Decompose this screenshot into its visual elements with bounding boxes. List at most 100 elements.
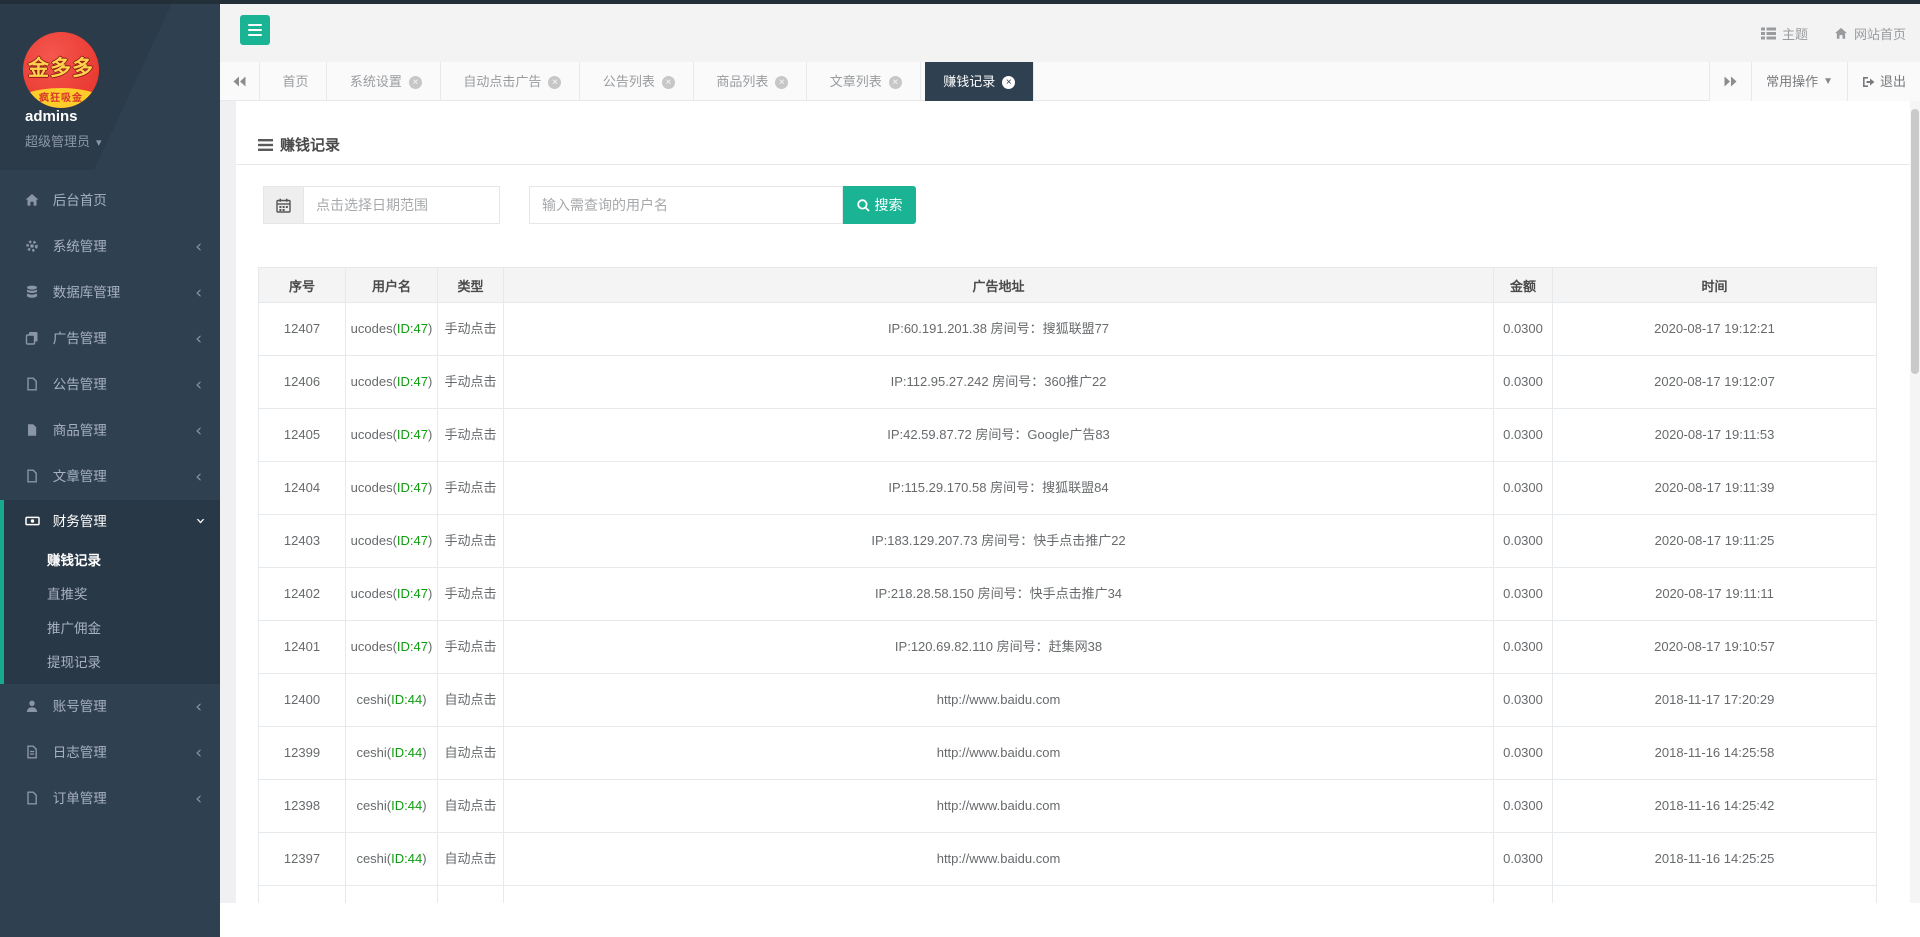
- tab-goods-list[interactable]: 商品列表 ×: [698, 62, 808, 101]
- cell-type: 自动点击: [437, 832, 504, 886]
- cell-id: 12398: [258, 779, 346, 833]
- cell-id: 12403: [258, 514, 346, 568]
- col-header-amount: 金额: [1493, 267, 1553, 303]
- cell-type: 自动点击: [437, 726, 504, 780]
- cell-id: 12402: [258, 567, 346, 621]
- sidebar-item-ads[interactable]: 广告管理 ‹: [0, 316, 220, 362]
- user-id-green: ID:44: [391, 851, 423, 866]
- cell-ad-address: http://www.baidu.com: [503, 779, 1494, 833]
- user-role-dropdown[interactable]: 超级管理员 ▾: [25, 131, 102, 150]
- user-id-green: ID:47: [396, 533, 428, 548]
- sidebar-item-database[interactable]: 数据库管理 ‹: [0, 270, 220, 316]
- cell-id: 12399: [258, 726, 346, 780]
- user-id-green: ID:47: [396, 427, 428, 442]
- sidebar-subitem-promo-commission[interactable]: 推广佣金: [4, 612, 220, 646]
- cell-type: 手动点击: [437, 302, 504, 356]
- cell-amount: 0.0300: [1493, 302, 1553, 356]
- cell-type: 自动点击: [437, 885, 504, 903]
- content-panel: 赚钱记录 搜索 序号 用户名 类型 广: [236, 101, 1920, 903]
- sidebar-item-account[interactable]: 账号管理 ‹: [0, 684, 220, 730]
- cell-username: ceshi(ID:44): [345, 832, 438, 886]
- sidebar-item-system[interactable]: 系统管理 ‹: [0, 224, 220, 270]
- cell-username: ucodes(ID:47): [345, 514, 438, 568]
- sidebar-subitem-earn-records[interactable]: 赚钱记录: [4, 544, 220, 578]
- logout-button[interactable]: 退出: [1846, 62, 1920, 101]
- sidebar-subitem-withdraw-records[interactable]: 提现记录: [4, 646, 220, 680]
- cell-type: 手动点击: [437, 514, 504, 568]
- tab-close-icon[interactable]: ×: [888, 76, 902, 89]
- cell-amount: 0.0300: [1493, 408, 1553, 462]
- cell-type: 手动点击: [437, 567, 504, 621]
- cell-ad-address: http://www.baidu.com: [503, 673, 1494, 727]
- tab-system-settings[interactable]: 系统设置 ×: [332, 62, 441, 101]
- tab-article-list[interactable]: 文章列表 ×: [812, 62, 921, 101]
- brand-logo: 金多多 疯狂吸金: [23, 32, 99, 108]
- calendar-icon[interactable]: [263, 186, 303, 224]
- user-id-green: ID:47: [396, 639, 428, 654]
- sidebar-item-notice[interactable]: 公告管理 ‹: [0, 362, 220, 408]
- username-search-input[interactable]: [529, 186, 843, 224]
- records-table: 序号 用户名 类型 广告地址 金额 时间 12407 ucodes(ID:47) 手…: [258, 267, 1877, 903]
- cell-amount: 0.0300: [1493, 567, 1553, 621]
- list-icon: [258, 138, 273, 151]
- cell-username: ucodes(ID:47): [345, 620, 438, 674]
- tab-earn-records[interactable]: 赚钱记录 ×: [925, 62, 1035, 101]
- table-header-row: 序号 用户名 类型 广告地址 金额 时间: [258, 267, 1877, 303]
- tab-bar: 首页 系统设置 × 自动点击广告 × 公告列表 × 商品列表 × 文章列表 × 赚钱记录 ×…: [220, 62, 1920, 101]
- sidebar-item-logs[interactable]: 日志管理 ‹: [0, 730, 220, 776]
- tab-close-icon[interactable]: ×: [661, 76, 675, 89]
- sidebar-item-article[interactable]: 文章管理 ‹: [0, 454, 220, 500]
- tabs-scroll-right-button[interactable]: [1709, 62, 1752, 101]
- cell-amount: 0.0300: [1493, 355, 1553, 409]
- col-header-type: 类型: [437, 267, 504, 303]
- cell-username: ucodes(ID:47): [345, 302, 438, 356]
- cell-amount: 0.0300: [1493, 461, 1553, 515]
- tab-close-icon[interactable]: ×: [408, 76, 422, 89]
- sidebar-item-goods[interactable]: 商品管理 ‹: [0, 408, 220, 454]
- cell-ad-address: IP:218.28.58.150 房间号：快手点击推广34: [503, 567, 1494, 621]
- common-actions-dropdown[interactable]: 常用操作 ▼: [1751, 62, 1847, 101]
- content-left-gutter: [220, 101, 236, 903]
- file-text-icon: [25, 745, 40, 759]
- sidebar-toggle-button[interactable]: [240, 15, 270, 45]
- tab-close-icon[interactable]: ×: [775, 76, 789, 89]
- cell-time: 2020-08-17 19:12:21: [1552, 302, 1877, 356]
- sidebar-nav: 后台首页 系统管理 ‹ 数据库管理 ‹ 广告管理 ‹ 公告管理 ‹ 商品管理 ‹: [0, 178, 220, 822]
- cell-ad-address: IP:115.29.170.58 房间号：搜狐联盟84: [503, 461, 1494, 515]
- theme-icon: [1760, 27, 1776, 40]
- title-divider: [236, 164, 1920, 165]
- table-row: 12405 ucodes(ID:47) 手动点击 IP:42.59.87.72 房间号…: [258, 408, 1877, 462]
- vertical-scrollbar: [1910, 101, 1920, 903]
- caret-down-icon: ▾: [96, 137, 102, 149]
- cell-username: ucodes(ID:47): [345, 355, 438, 409]
- table-row: 12404 ucodes(ID:47) 手动点击 IP:115.29.170.58 房…: [258, 461, 1877, 515]
- tab-close-icon[interactable]: ×: [548, 76, 562, 89]
- site-home-button[interactable]: 网站首页: [1834, 24, 1906, 43]
- tab-home[interactable]: 首页: [264, 62, 328, 101]
- cell-time: 2018-11-16 14:25:42: [1552, 779, 1877, 833]
- cell-amount: 0.0300: [1493, 673, 1553, 727]
- table-row: 12407 ucodes(ID:47) 手动点击 IP:60.191.201.38 房…: [258, 302, 1877, 356]
- tab-auto-click-ads[interactable]: 自动点击广告 ×: [445, 62, 581, 101]
- date-range-input[interactable]: [303, 186, 500, 224]
- chevron-left-icon: ‹: [195, 421, 202, 441]
- sidebar-item-dashboard[interactable]: 后台首页: [0, 178, 220, 224]
- date-range-group: [263, 186, 500, 224]
- sidebar-item-label: 系统管理: [52, 239, 107, 254]
- cell-type: 手动点击: [437, 355, 504, 409]
- sidebar-item-orders[interactable]: 订单管理 ‹: [0, 776, 220, 822]
- tabs-scroll-left-button[interactable]: [220, 62, 260, 101]
- sidebar-item-finance[interactable]: 财务管理 ‹: [4, 500, 220, 544]
- tab-notice-list[interactable]: 公告列表 ×: [585, 62, 694, 101]
- tab-close-icon[interactable]: ×: [1002, 76, 1016, 89]
- cell-type: 自动点击: [437, 779, 504, 833]
- chevron-left-icon: ‹: [195, 743, 202, 763]
- cell-id: 12400: [258, 673, 346, 727]
- scrollbar-thumb[interactable]: [1911, 109, 1919, 374]
- sidebar-subitem-direct-reward[interactable]: 直推奖: [4, 578, 220, 612]
- table-row: 12400 ceshi(ID:44) 自动点击 http://www.baidu.co…: [258, 673, 1877, 727]
- theme-button[interactable]: 主题: [1760, 24, 1808, 43]
- cell-username: ceshi(ID:44): [345, 779, 438, 833]
- search-button[interactable]: 搜索: [843, 186, 916, 224]
- chevron-left-icon: ‹: [195, 467, 202, 487]
